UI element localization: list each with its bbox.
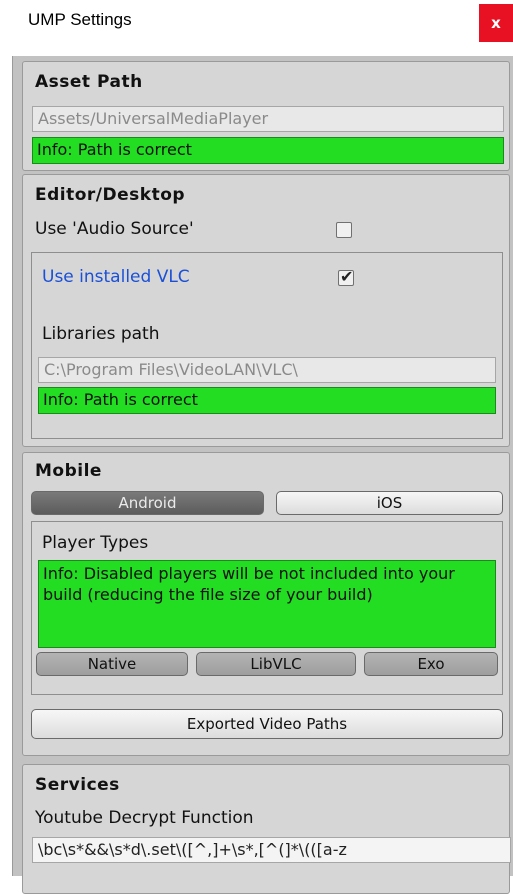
player-native-button[interactable]: Native bbox=[36, 652, 188, 676]
libraries-path-field[interactable]: C:\Program Files\VideoLAN\VLC\ bbox=[38, 357, 496, 383]
tab-android[interactable]: Android bbox=[31, 491, 264, 515]
exported-video-paths-button[interactable]: Exported Video Paths bbox=[31, 709, 503, 739]
mobile-panel: Mobile Android iOS Player Types Info: Di… bbox=[22, 452, 510, 756]
tab-ios[interactable]: iOS bbox=[276, 491, 503, 515]
title-bar: UMP Settings x bbox=[0, 0, 513, 50]
asset-path-panel: Asset Path Assets/UniversalMediaPlayer I… bbox=[22, 61, 510, 171]
player-types-label: Player Types bbox=[42, 533, 149, 553]
youtube-decrypt-field[interactable]: \bc\s*&&\s*d\.set\([^,]+\s*,[^(]*\(([a-z bbox=[32, 837, 511, 863]
use-installed-vlc-label[interactable]: Use installed VLC bbox=[42, 267, 190, 287]
vlc-subpanel: Use installed VLC Libraries path C:\Prog… bbox=[31, 252, 503, 439]
youtube-decrypt-label: Youtube Decrypt Function bbox=[35, 808, 254, 828]
player-libvlc-button[interactable]: LibVLC bbox=[196, 652, 356, 676]
settings-body: Asset Path Assets/UniversalMediaPlayer I… bbox=[12, 56, 513, 894]
use-installed-vlc-checkbox[interactable] bbox=[338, 267, 354, 286]
window-title: UMP Settings bbox=[28, 10, 132, 29]
mobile-heading: Mobile bbox=[35, 461, 102, 481]
asset-path-info: Info: Path is correct bbox=[32, 137, 504, 164]
services-heading: Services bbox=[35, 775, 120, 795]
player-types-info: Info: Disabled players will be not inclu… bbox=[38, 560, 496, 648]
use-audio-source-label: Use 'Audio Source' bbox=[35, 219, 194, 239]
close-icon: x bbox=[491, 14, 501, 32]
close-button[interactable]: x bbox=[479, 4, 513, 42]
services-panel: Services Youtube Decrypt Function \bc\s*… bbox=[22, 764, 511, 894]
player-exo-button[interactable]: Exo bbox=[364, 652, 498, 676]
use-audio-source-checkbox[interactable] bbox=[336, 222, 352, 238]
libraries-path-info: Info: Path is correct bbox=[38, 387, 496, 414]
player-types-subpanel: Player Types Info: Disabled players will… bbox=[31, 521, 503, 695]
libraries-path-label: Libraries path bbox=[42, 324, 160, 344]
editor-desktop-panel: Editor/Desktop Use 'Audio Source' Use in… bbox=[22, 174, 510, 447]
asset-path-heading: Asset Path bbox=[35, 72, 143, 92]
editor-desktop-heading: Editor/Desktop bbox=[35, 185, 186, 205]
asset-path-field[interactable]: Assets/UniversalMediaPlayer bbox=[32, 106, 504, 132]
